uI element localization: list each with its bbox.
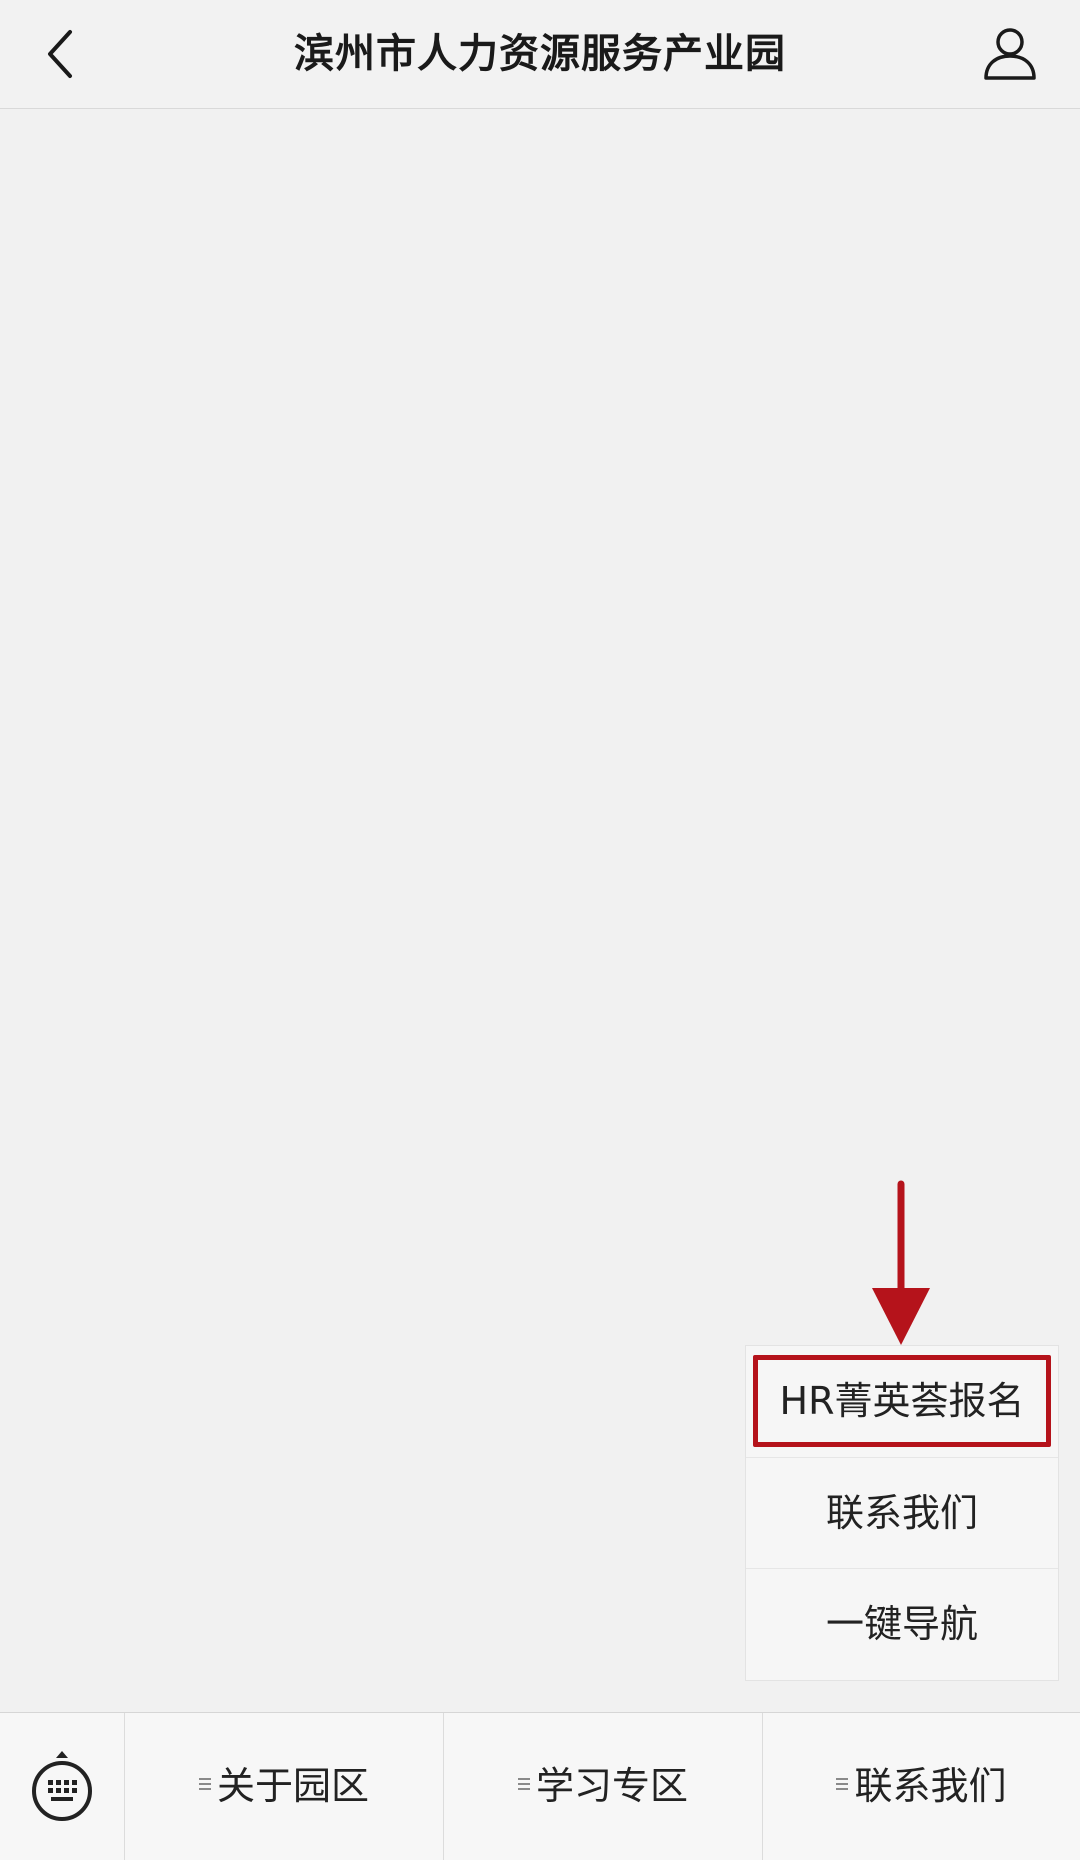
user-icon	[984, 28, 1036, 80]
keyboard-icon	[32, 1751, 92, 1821]
menu-tab-label: 联系我们	[854, 1764, 1007, 1808]
menu-tab-label: 学习专区	[535, 1764, 688, 1808]
top-navigation-bar: 滨州市人力资源服务产业园	[0, 0, 1080, 109]
menu-lines-icon	[198, 1777, 211, 1794]
submenu-popup: HR菁英荟报名 联系我们 一键导航	[745, 1345, 1059, 1681]
keyboard-toggle-button[interactable]	[0, 1713, 125, 1860]
annotation-highlight-box	[753, 1355, 1051, 1447]
menu-lines-icon	[517, 1777, 530, 1794]
annotation-arrow-icon	[872, 1180, 930, 1345]
menu-lines-icon	[836, 1777, 849, 1794]
page-title: 滨州市人力资源服务产业园	[294, 31, 786, 77]
profile-button[interactable]	[978, 22, 1042, 86]
chevron-left-icon	[48, 30, 72, 78]
menu-tab-study-zone[interactable]: 学习专区	[444, 1713, 763, 1860]
menu-tab-about-park[interactable]: 关于园区	[125, 1713, 444, 1860]
submenu-item-contact-us[interactable]: 联系我们	[746, 1457, 1058, 1569]
menu-tab-label: 关于园区	[216, 1764, 369, 1808]
bottom-menu-bar: 关于园区 学习专区 联系我们	[0, 1712, 1080, 1860]
back-button[interactable]	[30, 22, 94, 86]
menu-tab-contact-us[interactable]: 联系我们	[763, 1713, 1080, 1860]
submenu-item-navigation[interactable]: 一键导航	[746, 1568, 1058, 1680]
